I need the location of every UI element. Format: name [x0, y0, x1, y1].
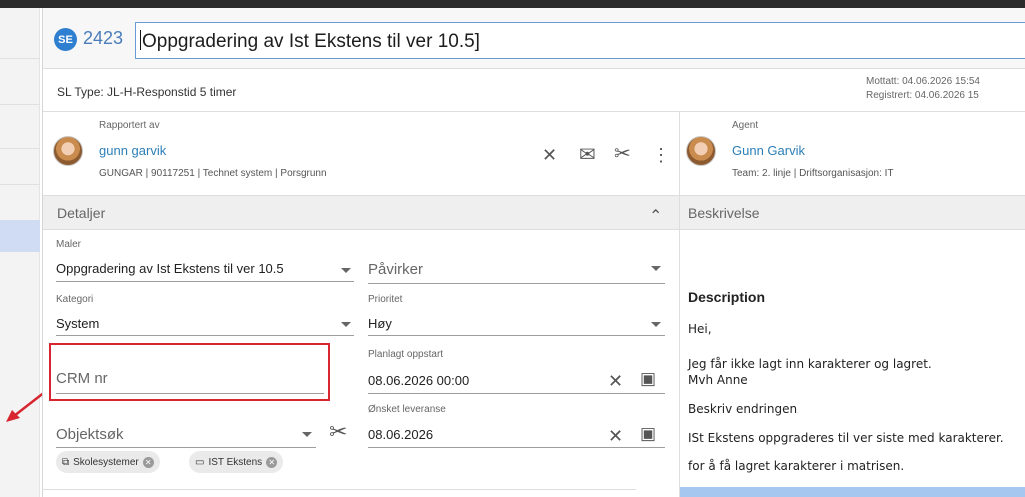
kategori-dropdown-icon[interactable]: [341, 322, 351, 327]
column-divider: [679, 112, 680, 497]
prioritet-label: Prioritet: [368, 294, 403, 305]
mottatt-date: Mottatt: 04.06.2026 15:54: [866, 76, 980, 87]
chip-remove-icon[interactable]: ✕: [266, 456, 278, 468]
planlagt-label: Planlagt oppstart: [368, 349, 444, 360]
ticket-title-input[interactable]: Oppgradering av Ist Ekstens til ver 10.5…: [135, 22, 1025, 59]
agent-meta: Team: 2. linje | Driftsorganisasjon: IT: [732, 168, 894, 179]
description-line: Jeg får ikke lagt inn karakterer og lagr…: [688, 357, 932, 371]
kategori-label: Kategori: [56, 294, 94, 305]
reporter-meta: GUNGAR | 90117251 | Technet system | Por…: [99, 168, 327, 179]
sl-type: SL Type: JL-H-Responstid 5 timer: [57, 85, 237, 99]
reporter-avatar: [53, 136, 83, 166]
kategori-select[interactable]: System: [56, 316, 99, 331]
ticket-dates: Mottatt: 04.06.2026 15:54 Registrert: 04…: [866, 75, 1025, 103]
registrert-date: Registrert: 04.06.2026 15: [866, 90, 979, 101]
maler-dropdown-icon[interactable]: [341, 268, 351, 273]
description-section-header: Beskrivelse: [680, 196, 1025, 230]
description-line: Mvh Anne: [688, 373, 748, 387]
calendar-planlagt-icon[interactable]: ▣: [640, 370, 656, 388]
agent-avatar: [686, 136, 716, 166]
objektsok-dropdown-icon[interactable]: [302, 432, 312, 437]
top-bar: [0, 0, 1025, 8]
clear-onsket-icon[interactable]: ✕: [608, 427, 623, 445]
chip-skolesystemer[interactable]: ⧉ Skolesystemer ✕: [56, 451, 160, 473]
description-line: Beskriv endringen: [688, 402, 798, 416]
description-title: Description: [688, 289, 766, 305]
chip-label: Skolesystemer: [73, 456, 139, 468]
pavirker-dropdown-icon[interactable]: [651, 266, 661, 271]
calendar-onsket-icon[interactable]: ▣: [640, 425, 656, 443]
more-icon[interactable]: ⋮: [652, 146, 670, 164]
onsket-label: Ønsket leveranse: [368, 404, 446, 415]
description-header-label: Beskrivelse: [688, 205, 760, 221]
tools-icon[interactable]: ✂: [614, 144, 631, 164]
prioritet-dropdown-icon[interactable]: [651, 322, 661, 327]
se-badge: SE: [54, 28, 77, 51]
chevron-up-icon[interactable]: ⌃: [649, 208, 662, 226]
description-line: Hei,: [688, 322, 712, 336]
clear-planlagt-icon[interactable]: ✕: [608, 372, 623, 390]
objektsok-tools-icon[interactable]: ✂: [329, 421, 347, 443]
people-row: Rapportert av gunn garvik GUNGAR | 90117…: [43, 112, 1025, 196]
details-header-label: Detaljer: [57, 205, 106, 221]
chip-ist-ekstens[interactable]: ▭ IST Ekstens ✕: [189, 451, 284, 473]
agent-label: Agent: [732, 120, 759, 131]
description-line: for å få lagret karakterer i matrisen.: [688, 459, 905, 473]
sl-bar: SL Type: JL-H-Responstid 5 timer Mottatt…: [43, 68, 1025, 112]
close-icon[interactable]: ✕: [542, 146, 557, 164]
reporter-name[interactable]: gunn garvik: [99, 143, 166, 158]
chip-icon: ⧉: [62, 456, 70, 468]
highlighted-text-bar: [680, 487, 1025, 497]
prioritet-select[interactable]: Høy: [368, 316, 392, 331]
ticket-number: 2423: [83, 28, 124, 48]
crm-highlight-box: [49, 343, 330, 401]
chip-label: IST Ekstens: [208, 456, 263, 468]
pavirker-select[interactable]: Påvirker: [368, 261, 423, 278]
objektsok-input[interactable]: Objektsøk: [56, 426, 124, 443]
ticket-title-text: Oppgradering av Ist Ekstens til ver 10.5…: [142, 31, 480, 52]
planlagt-input[interactable]: 08.06.2026 00:00: [368, 373, 469, 388]
onsket-input[interactable]: 08.06.2026: [368, 427, 433, 442]
maler-select[interactable]: Oppgradering av Ist Ekstens til ver 10.5: [56, 261, 284, 276]
mail-icon[interactable]: ✉: [579, 145, 596, 165]
chip-remove-icon[interactable]: ✕: [142, 456, 154, 468]
ticket-modal: SE 2423 Oppgradering av Ist Ekstens til …: [42, 8, 1025, 497]
chip-icon: ▭: [195, 456, 205, 468]
details-section-header[interactable]: Detaljer ⌃: [43, 196, 679, 230]
reporter-label: Rapportert av: [99, 120, 160, 131]
description-line: ISt Ekstens oppgraderes til ver siste me…: [688, 431, 1004, 445]
maler-label: Maler: [56, 239, 82, 250]
agent-name[interactable]: Gunn Garvik: [732, 143, 805, 158]
ticket-header: SE 2423 Oppgradering av Ist Ekstens til …: [43, 8, 1025, 68]
